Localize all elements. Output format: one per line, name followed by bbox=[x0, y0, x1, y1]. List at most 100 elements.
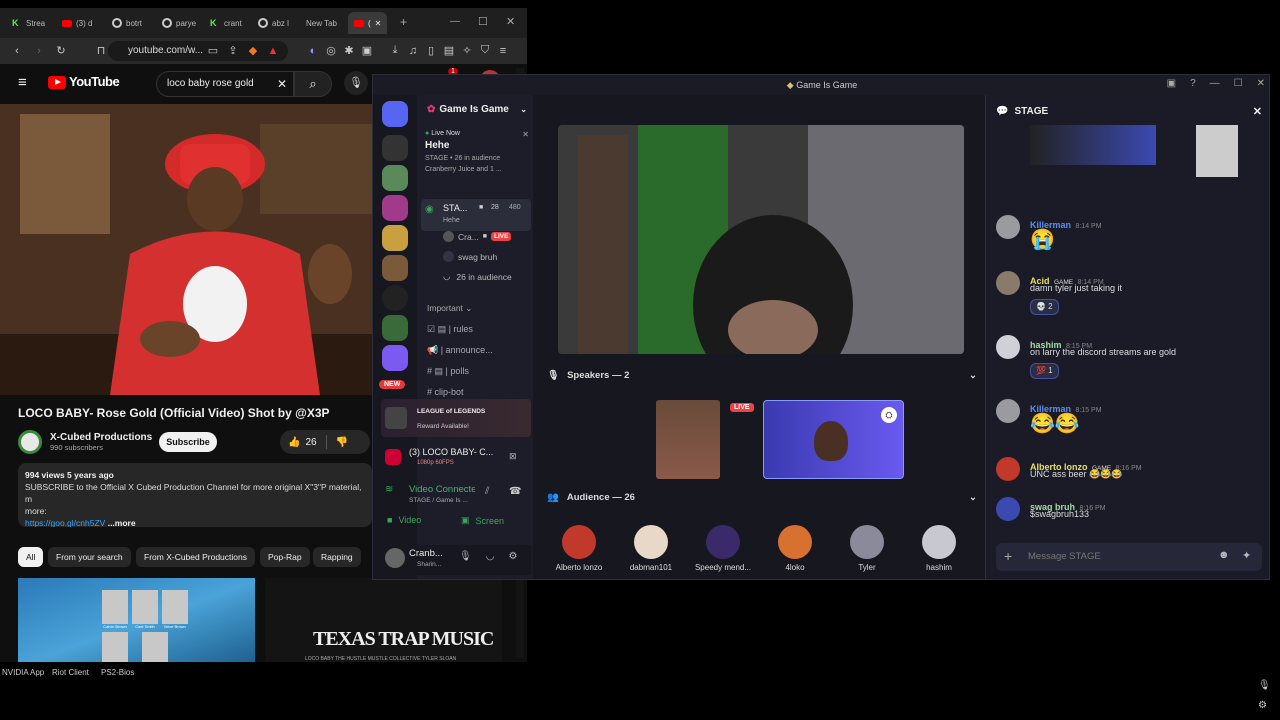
vpn-icon[interactable]: ⛉ bbox=[478, 44, 492, 57]
clear-search-icon[interactable]: ✕ bbox=[277, 72, 287, 96]
extension-icon[interactable]: ◎ bbox=[324, 44, 338, 57]
browser-tab[interactable]: (3) d bbox=[56, 12, 98, 34]
thumbs-down-icon[interactable]: 👎 bbox=[336, 437, 348, 448]
recommended-thumbnail[interactable]: TEXAS TRAP MUSIC LOCO BABY THE HUSTLE MU… bbox=[265, 578, 502, 662]
media-icon[interactable]: ♫ bbox=[406, 45, 420, 57]
reaction[interactable]: 💀 2 bbox=[1030, 299, 1059, 315]
reaction[interactable]: 💯 1 bbox=[1030, 363, 1059, 379]
activity-card[interactable]: (3) LOCO BABY- C... 1080p 60FPS ⊠ bbox=[381, 445, 531, 473]
stage-member[interactable]: Cra... ■ LIVE bbox=[443, 231, 533, 242]
channel-name[interactable]: X-Cubed Productions bbox=[50, 432, 152, 443]
channel-clip-bot[interactable]: # clip-bot bbox=[427, 384, 464, 400]
live-now-card[interactable]: ● Live Now ✕ Hehe STAGE • 26 in audience… bbox=[425, 130, 529, 192]
close-window-button[interactable]: ✕ bbox=[506, 15, 515, 28]
embed-image[interactable] bbox=[1030, 125, 1156, 165]
server-icon[interactable] bbox=[382, 255, 408, 281]
recommended-thumbnail[interactable]: Calvin Brown Cael Smith Brice Brown bbox=[18, 578, 255, 662]
forward-icon[interactable]: › bbox=[32, 45, 46, 57]
server-header[interactable]: ✿ Game Is Game ⌄ bbox=[427, 104, 527, 115]
speaker-tile[interactable] bbox=[656, 400, 720, 479]
server-icon[interactable] bbox=[382, 135, 408, 161]
search-button[interactable]: ⌕ bbox=[294, 71, 332, 97]
audience-member[interactable]: Tyler bbox=[837, 525, 897, 572]
avatar[interactable] bbox=[385, 548, 405, 568]
more-button[interactable]: ...more bbox=[108, 518, 136, 527]
hamburger-icon[interactable]: ≡ bbox=[18, 74, 27, 91]
settings-icon[interactable]: ⚙ bbox=[1258, 700, 1267, 711]
taskbar-item[interactable]: Riot Client bbox=[52, 668, 89, 677]
sidebar-icon[interactable]: ▣ bbox=[360, 44, 374, 57]
embed-image[interactable] bbox=[1196, 125, 1238, 177]
leo-icon[interactable]: ✧ bbox=[460, 44, 474, 57]
audience-member[interactable]: Speedy mend... bbox=[693, 525, 753, 572]
close-icon[interactable]: ✕ bbox=[1253, 105, 1262, 118]
maximize-button[interactable]: ☐ bbox=[478, 15, 488, 28]
audience-member[interactable]: Alberto lonzo bbox=[549, 525, 609, 572]
minimize-button[interactable]: — bbox=[450, 16, 460, 27]
taskbar-item[interactable]: PS2-Bios bbox=[101, 668, 134, 677]
disconnect-icon[interactable]: ☎ bbox=[509, 486, 521, 497]
browser-tab[interactable]: Kcrant bbox=[204, 12, 248, 34]
stage-channel[interactable]: ◉ STA... Hehe ■ 28 480 bbox=[421, 199, 531, 231]
browser-tab[interactable]: New Tab bbox=[300, 12, 343, 34]
brave-shield-icon[interactable]: ◆ bbox=[246, 44, 260, 57]
inbox-icon[interactable]: ▣ bbox=[1167, 78, 1176, 89]
bookmark-icon[interactable]: ⊓ bbox=[94, 44, 108, 57]
wallet-icon[interactable]: ▤ bbox=[442, 44, 456, 57]
download-icon[interactable]: ⤓ bbox=[388, 44, 402, 57]
noise-icon[interactable]: ⫽ bbox=[485, 486, 489, 497]
rewards-icon[interactable]: ▲ bbox=[266, 45, 280, 57]
video-player[interactable] bbox=[0, 104, 372, 395]
subscribe-button[interactable]: Subscribe bbox=[159, 432, 217, 452]
chip-from-search[interactable]: From your search bbox=[48, 547, 131, 567]
help-icon[interactable]: ? bbox=[1190, 78, 1196, 89]
avatar[interactable] bbox=[996, 497, 1020, 521]
browser-tab[interactable]: K Strea bbox=[6, 12, 51, 34]
avatar[interactable] bbox=[996, 399, 1020, 423]
channel-avatar[interactable] bbox=[18, 430, 42, 454]
browser-tab[interactable]: parye bbox=[156, 12, 202, 34]
avatar[interactable] bbox=[996, 271, 1020, 295]
apps-icon[interactable]: ✦ bbox=[1242, 549, 1251, 562]
close-window-button[interactable]: ✕ bbox=[1257, 78, 1265, 89]
chip-rapping[interactable]: Rapping bbox=[313, 547, 361, 567]
browser-tab-active[interactable]: (✕ bbox=[348, 12, 388, 34]
server-icon[interactable] bbox=[382, 345, 408, 371]
stream-video[interactable] bbox=[558, 125, 964, 354]
browser-tab[interactable]: botrt bbox=[106, 12, 148, 34]
category-header[interactable]: Important ⌄ bbox=[427, 303, 472, 314]
channel-rules[interactable]: ☑ ▤ | rules bbox=[427, 321, 473, 337]
reading-icon[interactable]: ▯ bbox=[424, 44, 438, 57]
chevron-down-icon[interactable]: ⌄ bbox=[969, 492, 977, 503]
settings-icon[interactable]: ⚙ bbox=[508, 551, 517, 562]
audience-count-row[interactable]: ◡ 26 in audience bbox=[443, 271, 533, 282]
menu-icon[interactable]: ≡ bbox=[496, 45, 510, 57]
share-icon[interactable]: ⇪ bbox=[226, 44, 240, 57]
avatar[interactable] bbox=[996, 335, 1020, 359]
reload-icon[interactable]: ↻ bbox=[54, 44, 68, 57]
audience-member[interactable]: 4loko bbox=[765, 525, 825, 572]
chip-pop-rap[interactable]: Pop-Rap bbox=[260, 547, 310, 567]
home-icon[interactable] bbox=[382, 101, 408, 127]
screen-button[interactable]: ▣ Screen bbox=[461, 515, 504, 526]
avatar[interactable] bbox=[996, 457, 1020, 481]
server-icon[interactable] bbox=[382, 225, 408, 251]
promo-card[interactable]: LEAGUE of LEGENDS Reward Available! bbox=[381, 399, 531, 437]
description-box[interactable]: 994 views 5 years ago SUBSCRIBE to the O… bbox=[18, 463, 372, 527]
puzzle-icon[interactable]: ✱ bbox=[342, 44, 356, 57]
youtube-logo[interactable]: YouTube bbox=[48, 74, 120, 90]
server-icon[interactable] bbox=[382, 165, 408, 191]
mic-icon[interactable]: 🎙 bbox=[1258, 680, 1271, 691]
maximize-button[interactable]: ☐ bbox=[1234, 78, 1243, 89]
browser-tab[interactable]: abz l bbox=[252, 12, 295, 34]
video-button[interactable]: ■ Video bbox=[387, 515, 421, 525]
message-input[interactable]: + Message STAGE ☻ ✦ bbox=[996, 543, 1262, 571]
speaker-tile[interactable]: ⛭ bbox=[763, 400, 904, 479]
audience-member[interactable]: dabman101 bbox=[621, 525, 681, 572]
emoji-icon[interactable]: ☻ bbox=[1218, 549, 1230, 561]
server-icon[interactable] bbox=[382, 195, 408, 221]
thumbs-up-icon[interactable]: 👍 bbox=[288, 437, 300, 448]
back-icon[interactable]: ‹ bbox=[10, 45, 24, 57]
close-tab-icon[interactable]: ✕ bbox=[375, 19, 382, 28]
channel-announcements[interactable]: 📢 | announce... bbox=[427, 342, 493, 358]
